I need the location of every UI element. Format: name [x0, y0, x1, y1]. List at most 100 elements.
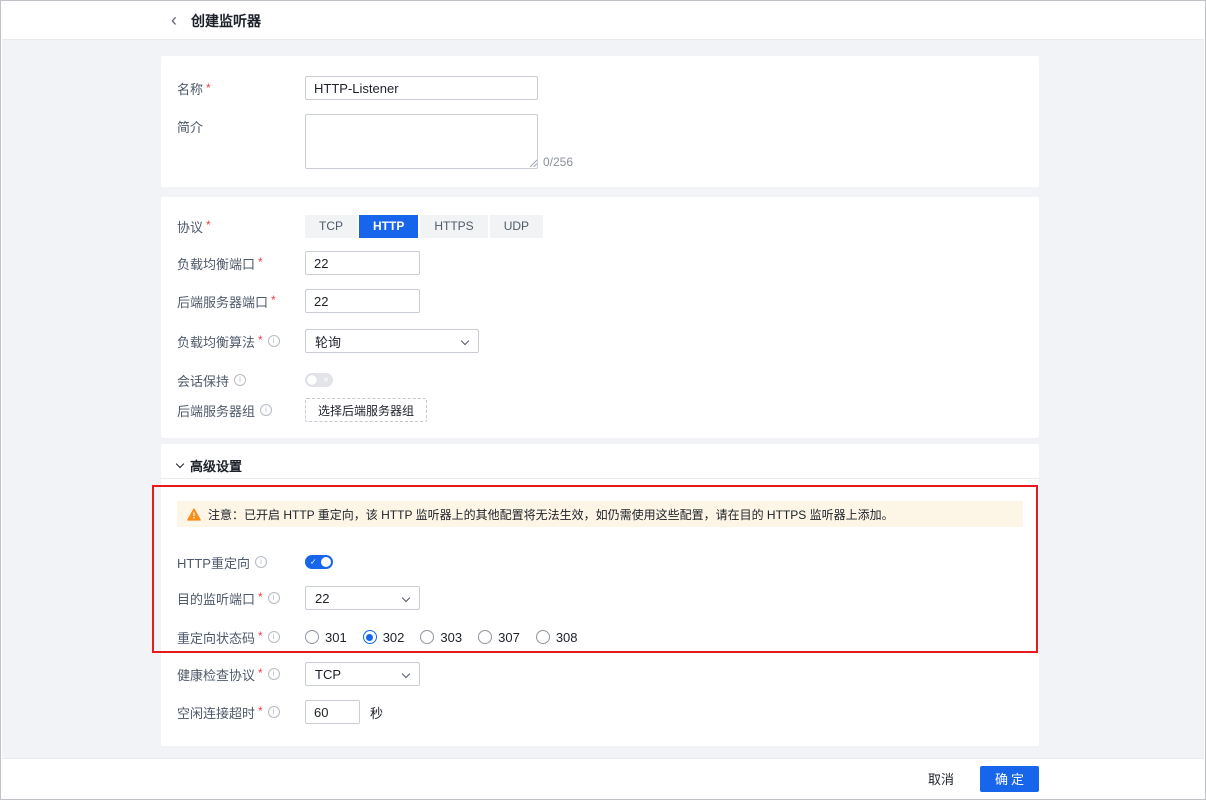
lb-algorithm-select[interactable]: 轮询 [305, 329, 479, 353]
health-protocol-label-text: 健康检查协议 [177, 665, 255, 684]
redirect-code-label-text: 重定向状态码 [177, 628, 255, 647]
create-listener-page: ‹ 创建监听器 名称 * 简介 0/256 [0, 0, 1206, 800]
health-protocol-label: 健康检查协议 * i [177, 665, 305, 684]
advanced-settings-title: 高级设置 [190, 456, 242, 475]
http-redirect-row: HTTP重定向 i ✓ [177, 550, 1023, 574]
protocol-label-text: 协议 [177, 217, 203, 236]
protocol-label: 协议 * [177, 217, 305, 236]
dest-port-value: 22 [315, 591, 329, 606]
dest-port-label-text: 目的监听端口 [177, 589, 255, 608]
char-counter: 0/256 [543, 156, 573, 169]
tab-tcp[interactable]: TCP [305, 215, 357, 238]
backend-port-label-text: 后端服务器端口 [177, 292, 268, 311]
radio-label: 307 [498, 630, 520, 645]
lb-algorithm-value: 轮询 [315, 332, 341, 351]
protocol-row: 协议 * TCP HTTP HTTPS UDP [177, 214, 1023, 238]
chevron-down-icon [402, 594, 410, 602]
warning-icon [187, 508, 201, 521]
required-marker: * [258, 629, 263, 643]
info-icon[interactable]: i [260, 404, 272, 416]
radio-icon [478, 630, 492, 644]
radio-label: 301 [325, 630, 347, 645]
required-marker: * [258, 590, 263, 604]
lb-port-input[interactable] [305, 251, 420, 275]
chevron-down-icon [176, 459, 184, 467]
backend-port-input[interactable] [305, 289, 420, 313]
http-redirect-label-text: HTTP重定向 [177, 553, 250, 572]
idle-timeout-label-text: 空闲连接超时 [177, 703, 255, 722]
description-wrap: 0/256 [305, 114, 573, 169]
radio-icon [305, 630, 319, 644]
required-marker: * [206, 218, 211, 232]
required-marker: * [258, 255, 263, 269]
radio-option-303[interactable]: 303 [420, 630, 470, 645]
page-header: ‹ 创建监听器 [2, 2, 1204, 40]
page-title: 创建监听器 [191, 11, 261, 31]
resize-handle-icon[interactable] [529, 159, 537, 167]
session-persistence-toggle[interactable]: ✕ [305, 373, 333, 387]
backend-port-row: 后端服务器端口 * [177, 289, 1023, 313]
health-protocol-select[interactable]: TCP [305, 662, 420, 686]
tab-http[interactable]: HTTP [359, 215, 418, 238]
http-redirect-toggle[interactable]: ✓ [305, 555, 333, 569]
back-icon[interactable]: ‹ [171, 11, 177, 29]
info-icon[interactable]: i [268, 668, 280, 680]
health-protocol-row: 健康检查协议 * i TCP [177, 662, 1023, 686]
name-input[interactable] [305, 76, 538, 100]
radio-label: 302 [383, 630, 405, 645]
redirect-code-row: 重定向状态码 * i 301 302 303 [177, 625, 1023, 649]
cancel-button[interactable]: 取消 [928, 769, 954, 788]
toggle-off-icon: ✕ [323, 376, 329, 384]
protocol-tabs: TCP HTTP HTTPS UDP [305, 215, 543, 238]
radio-option-301[interactable]: 301 [305, 630, 355, 645]
idle-timeout-input[interactable] [305, 700, 360, 724]
redirect-code-label: 重定向状态码 * i [177, 628, 305, 647]
info-icon[interactable]: i [268, 335, 280, 347]
idle-timeout-unit: 秒 [370, 703, 383, 722]
radio-icon [363, 630, 377, 644]
info-icon[interactable]: i [268, 592, 280, 604]
toggle-knob [321, 557, 331, 567]
lb-port-row: 负载均衡端口 * [177, 251, 1023, 275]
dest-port-label: 目的监听端口 * i [177, 589, 305, 608]
lb-algorithm-label-text: 负载均衡算法 [177, 332, 255, 351]
radio-option-308[interactable]: 308 [536, 630, 586, 645]
tab-udp[interactable]: UDP [490, 215, 543, 238]
backend-group-label-text: 后端服务器组 [177, 401, 255, 420]
select-backend-group-button[interactable]: 选择后端服务器组 [305, 398, 427, 422]
session-persistence-label: 会话保持 i [177, 371, 305, 390]
info-icon[interactable]: i [255, 556, 267, 568]
lb-port-label-text: 负载均衡端口 [177, 254, 255, 273]
radio-option-307[interactable]: 307 [478, 630, 528, 645]
required-marker: * [271, 293, 276, 307]
dest-port-row: 目的监听端口 * i 22 [177, 586, 1023, 610]
required-marker: * [258, 666, 263, 680]
advanced-settings-card: 高级设置 注意：已开启 HTTP 重定向，该 HTTP 监听器上的其他配置将无法… [161, 444, 1039, 746]
info-icon[interactable]: i [268, 706, 280, 718]
radio-label: 303 [440, 630, 462, 645]
basic-info-card: 名称 * 简介 0/256 [161, 56, 1039, 187]
advanced-settings-header[interactable]: 高级设置 [177, 455, 242, 475]
info-icon[interactable]: i [234, 374, 246, 386]
dest-port-select[interactable]: 22 [305, 586, 420, 610]
required-marker: * [206, 81, 211, 95]
backend-group-label: 后端服务器组 i [177, 401, 305, 420]
http-redirect-warning-banner: 注意：已开启 HTTP 重定向，该 HTTP 监听器上的其他配置将无法生效，如仍… [177, 501, 1023, 527]
warning-text: 注意：已开启 HTTP 重定向，该 HTTP 监听器上的其他配置将无法生效，如仍… [208, 506, 894, 523]
toggle-knob [307, 375, 317, 385]
required-marker: * [258, 704, 263, 718]
description-textarea[interactable] [305, 114, 538, 169]
info-icon[interactable]: i [268, 631, 280, 643]
radio-option-302[interactable]: 302 [363, 630, 413, 645]
required-marker: * [258, 333, 263, 347]
session-persistence-row: 会话保持 i ✕ [177, 368, 1023, 392]
http-redirect-label: HTTP重定向 i [177, 553, 305, 572]
page-footer: 取消 确定 [2, 758, 1204, 798]
lb-port-label: 负载均衡端口 * [177, 254, 305, 273]
name-label: 名称 * [177, 79, 305, 98]
backend-group-row: 后端服务器组 i 选择后端服务器组 [177, 398, 1023, 422]
lb-algorithm-label: 负载均衡算法 * i [177, 332, 305, 351]
tab-https[interactable]: HTTPS [420, 215, 487, 238]
confirm-button[interactable]: 确定 [980, 766, 1039, 792]
radio-label: 308 [556, 630, 578, 645]
